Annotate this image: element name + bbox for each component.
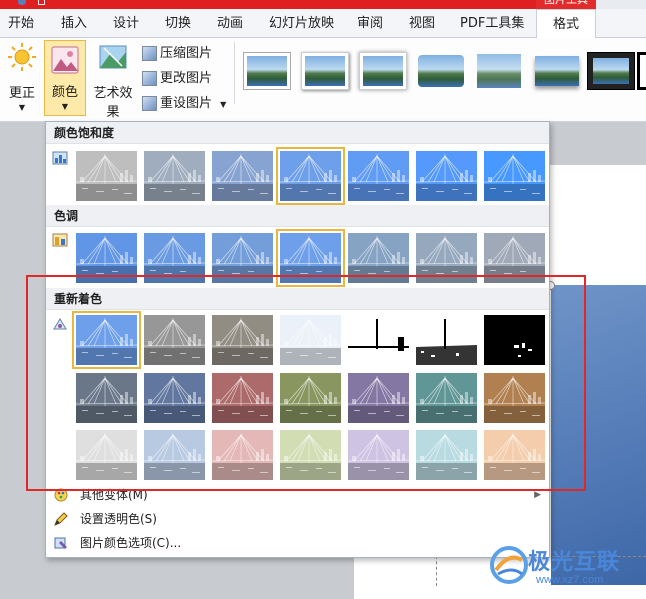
saturation-option-2[interactable] xyxy=(144,151,205,201)
change-picture-icon xyxy=(142,71,157,86)
set-transparent-label: 设置透明色(S) xyxy=(80,512,157,526)
picture-style-4[interactable] xyxy=(417,52,465,90)
compress-label: 压缩图片 xyxy=(160,46,213,61)
picture-styles-gallery xyxy=(234,42,646,104)
art-effects-button[interactable]: 艺术效果 ▼ xyxy=(88,42,138,131)
picture-style-7[interactable] xyxy=(587,52,635,90)
picture-style-1[interactable] xyxy=(243,52,291,90)
reset-label: 重设图片 xyxy=(160,96,213,111)
quick-access-icon[interactable] xyxy=(18,0,26,5)
saturation-option-5[interactable] xyxy=(348,151,409,201)
tone-icon xyxy=(52,233,68,247)
title-bar: 图片工具 xyxy=(0,0,646,9)
picture-style-2[interactable] xyxy=(301,52,349,90)
tab-pdf-tools[interactable]: PDF工具集 xyxy=(460,9,524,38)
tab-insert[interactable]: 插入 xyxy=(61,9,87,38)
tab-home[interactable]: 开始 xyxy=(8,9,34,38)
watermark-logo xyxy=(490,546,528,584)
bridge-thumbnail xyxy=(484,151,545,201)
bridge-thumbnail xyxy=(212,151,273,201)
saturation-option-6[interactable] xyxy=(416,151,477,201)
sun-icon xyxy=(8,43,36,71)
tab-animations[interactable]: 动画 xyxy=(217,9,243,38)
watermark: 极光互联 www.xz7.com xyxy=(488,540,638,595)
picture-style-6[interactable] xyxy=(533,52,581,90)
bridge-thumbnail xyxy=(280,151,341,201)
tab-transitions[interactable]: 切换 xyxy=(165,9,191,38)
tab-design[interactable]: 设计 xyxy=(113,9,139,38)
highlight-box xyxy=(26,275,586,491)
tone-header: 色调 xyxy=(46,205,549,227)
quick-access-dropdown-icon[interactable] xyxy=(38,0,45,5)
tab-slideshow[interactable]: 幻灯片放映 xyxy=(269,9,334,38)
bridge-thumbnail xyxy=(416,151,477,201)
color-options-menu-item[interactable]: 图片颜色选项(C)... xyxy=(46,531,549,555)
correct-button[interactable]: 更正 ▼ xyxy=(4,42,40,116)
saturation-option-1[interactable] xyxy=(76,151,137,201)
bridge-thumbnail xyxy=(76,151,137,201)
set-transparent-menu-item[interactable]: 设置透明色(S) xyxy=(46,507,549,531)
saturation-option-3[interactable] xyxy=(212,151,273,201)
reset-picture-button[interactable]: 重设图片 ▼ xyxy=(142,94,226,116)
art-effects-icon xyxy=(99,45,127,69)
picture-style-5[interactable] xyxy=(475,52,523,90)
bridge-thumbnail xyxy=(144,151,205,201)
watermark-title: 极光互联 xyxy=(528,550,621,575)
chevron-down-icon: ▼ xyxy=(220,100,227,109)
compress-pictures-button[interactable]: 压缩图片 xyxy=(142,44,212,66)
saturation-icon xyxy=(52,151,68,165)
tab-view[interactable]: 视图 xyxy=(409,9,435,38)
watermark-url: www.xz7.com xyxy=(536,574,604,586)
ribbon-tabs: 开始 插入 设计 切换 动画 幻灯片放映 审阅 视图 PDF工具集 格式 xyxy=(0,9,646,39)
saturation-header: 颜色饱和度 xyxy=(46,122,549,144)
picture-color-icon xyxy=(51,46,79,74)
tab-review[interactable]: 审阅 xyxy=(357,9,383,38)
context-tab-title: 图片工具 xyxy=(536,0,596,9)
color-label: 颜色 xyxy=(51,85,78,100)
color-options-label: 图片颜色选项(C)... xyxy=(80,536,182,550)
ribbon-panel: 更正 ▼ 颜色 ▼ 艺术效果 ▼ 压缩图片 更改图片 重设图片 ▼ xyxy=(0,38,646,131)
art-effects-label: 艺术效果 xyxy=(93,86,133,120)
tab-format[interactable]: 格式 xyxy=(536,9,596,39)
color-button[interactable]: 颜色 ▼ xyxy=(44,40,86,116)
reset-picture-icon xyxy=(142,96,157,111)
saturation-option-4[interactable] xyxy=(276,147,345,205)
bridge-thumbnail xyxy=(348,151,409,201)
pen-icon xyxy=(54,512,68,526)
saturation-option-7[interactable] xyxy=(484,151,545,201)
compress-icon xyxy=(142,46,157,61)
chevron-down-icon: ▼ xyxy=(18,103,26,112)
title-bar-accent xyxy=(0,0,536,9)
picture-style-8[interactable] xyxy=(637,52,646,90)
chevron-down-icon: ▼ xyxy=(61,102,69,111)
picture-style-3[interactable] xyxy=(359,52,407,90)
change-picture-button[interactable]: 更改图片 xyxy=(142,69,212,91)
color-options-icon xyxy=(54,537,67,549)
correct-label: 更正 xyxy=(8,86,35,101)
change-label: 更改图片 xyxy=(160,71,213,86)
